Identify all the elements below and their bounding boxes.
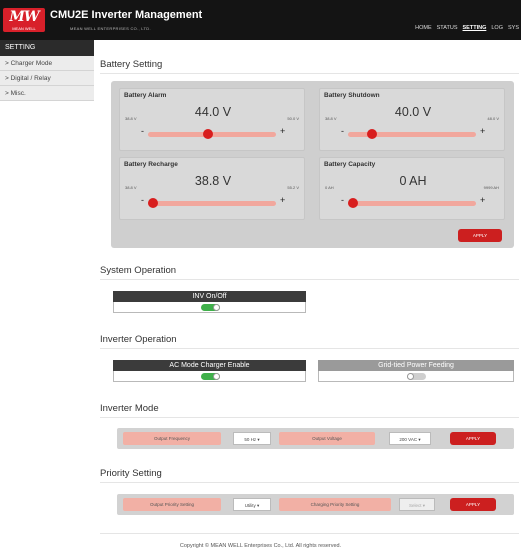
toggle-knob [407,373,414,380]
slider-knob[interactable] [348,198,358,208]
select-value: Utility [244,503,256,508]
sidebar-item-charger-mode[interactable]: > Charger Mode [0,56,94,71]
charging-priority-select[interactable]: Select ▾ [399,498,435,511]
toggle-knob [213,373,220,380]
card-max: 48.0 V [487,116,499,121]
slider-track[interactable] [148,201,276,206]
top-nav: HOME STATUS SETTING LOG SYS [415,25,519,31]
card-value: 40.0 V [394,105,432,119]
battery-apply-button[interactable]: APPLY [458,229,502,242]
charging-priority-label: Charging Priority Setting [279,498,391,511]
increase-button[interactable]: + [280,195,285,205]
slider-knob[interactable] [148,198,158,208]
card-value: 0 AH [399,174,427,188]
battery-recharge-card: Battery Recharge 38.8 V 38.8 V 55.2 V - … [119,157,305,220]
logo-wordmark: MEAN WELL [12,26,36,31]
card-title: Battery Capacity [324,161,376,168]
priority-apply-button[interactable]: APPLY [450,498,496,511]
top-header: MW MEAN WELL CMU2E Inverter Management M… [0,0,521,40]
divider [100,533,519,534]
card-min: 38.8 V [125,185,137,190]
divider [100,417,519,418]
battery-capacity-card: Battery Capacity 0 AH 0 AH 9999 AH - + [319,157,505,220]
select-value: 50 Hz [244,437,257,442]
system-operation-title: System Operation [100,265,177,276]
card-title: Battery Recharge [124,161,178,168]
chevron-down-icon: ▾ [257,503,260,508]
ac-charger-toggle[interactable] [201,373,220,380]
chevron-down-icon: ▾ [418,437,421,442]
toggle-knob [213,304,220,311]
select-value: Select [408,503,422,508]
priority-bar: Output Priority Setting Utility ▾ Chargi… [117,494,514,515]
grid-tied-header: Grid-tied Power Feeding [318,360,514,371]
card-value: 44.0 V [194,105,232,119]
mean-well-logo: MW MEAN WELL [3,8,45,32]
decrease-button[interactable]: - [341,195,344,205]
card-title: Battery Alarm [124,92,167,99]
output-voltage-label: Output Voltage [279,432,375,445]
company-name: MEAN WELL ENTERPRISES CO., LTD. [70,26,151,31]
priority-setting-title: Priority Setting [100,468,162,479]
chevron-down-icon: ▾ [422,503,426,508]
ac-charger-row [113,371,306,382]
card-max: 50.0 V [287,116,299,121]
divider [100,73,519,74]
divider [100,348,519,349]
ac-charger-header: AC Mode Charger Enable [113,360,306,371]
decrease-button[interactable]: - [141,126,144,136]
battery-shutdown-card: Battery Shutdown 40.0 V 38.8 V 48.0 V - … [319,88,505,151]
sidebar-item-misc[interactable]: > Misc. [0,86,94,101]
divider [100,279,519,280]
increase-button[interactable]: + [480,126,485,136]
increase-button[interactable]: + [280,126,285,136]
output-voltage-select[interactable]: 200 VAC ▾ [389,432,431,445]
card-min: 0 AH [325,185,334,190]
inv-onoff-toggle[interactable] [201,304,220,311]
chevron-down-icon: ▾ [257,437,260,442]
battery-setting-title: Battery Setting [100,59,163,70]
decrease-button[interactable]: - [141,195,144,205]
output-priority-label: Output Priority Setting [123,498,221,511]
battery-alarm-card: Battery Alarm 44.0 V 38.8 V 50.0 V - + [119,88,305,151]
grid-tied-toggle[interactable] [407,373,426,380]
nav-status[interactable]: STATUS [437,25,458,31]
grid-tied-row [318,371,514,382]
sidebar-item-digital-relay[interactable]: > Digital / Relay [0,71,94,86]
nav-log[interactable]: LOG [491,25,503,31]
battery-panel: Battery Alarm 44.0 V 38.8 V 50.0 V - + B… [111,81,514,248]
card-min: 38.8 V [325,116,337,121]
copyright-footer: Copyright © MEAN WELL Enterprises Co., L… [179,543,342,549]
decrease-button[interactable]: - [341,126,344,136]
inv-onoff-header: INV On/Off [113,291,306,302]
divider [100,482,519,483]
inv-onoff-row [113,302,306,313]
card-max: 55.2 V [287,185,299,190]
inverter-operation-title: Inverter Operation [100,334,177,345]
slider-knob[interactable] [203,129,214,139]
card-max: 9999 AH [483,185,499,190]
inverter-mode-apply-button[interactable]: APPLY [450,432,496,445]
card-value: 38.8 V [194,174,232,188]
card-min: 38.8 V [125,116,137,121]
increase-button[interactable]: + [480,195,485,205]
output-priority-select[interactable]: Utility ▾ [233,498,271,511]
inverter-mode-title: Inverter Mode [100,403,159,414]
sidebar-title: SETTING [0,40,94,56]
output-frequency-select[interactable]: 50 Hz ▾ [233,432,271,445]
nav-sys[interactable]: SYS [508,25,519,31]
output-frequency-label: Output Frequency [123,432,221,445]
slider-knob[interactable] [366,129,377,139]
inverter-mode-bar: Output Frequency 50 Hz ▾ Output Voltage … [117,428,514,449]
nav-home[interactable]: HOME [415,25,432,31]
logo-mark: MW [9,9,39,25]
select-value: 200 VAC [399,437,418,442]
card-title: Battery Shutdown [324,92,380,99]
app-title: CMU2E Inverter Management [50,9,203,21]
slider-track[interactable] [348,201,476,206]
nav-setting[interactable]: SETTING [463,25,487,31]
